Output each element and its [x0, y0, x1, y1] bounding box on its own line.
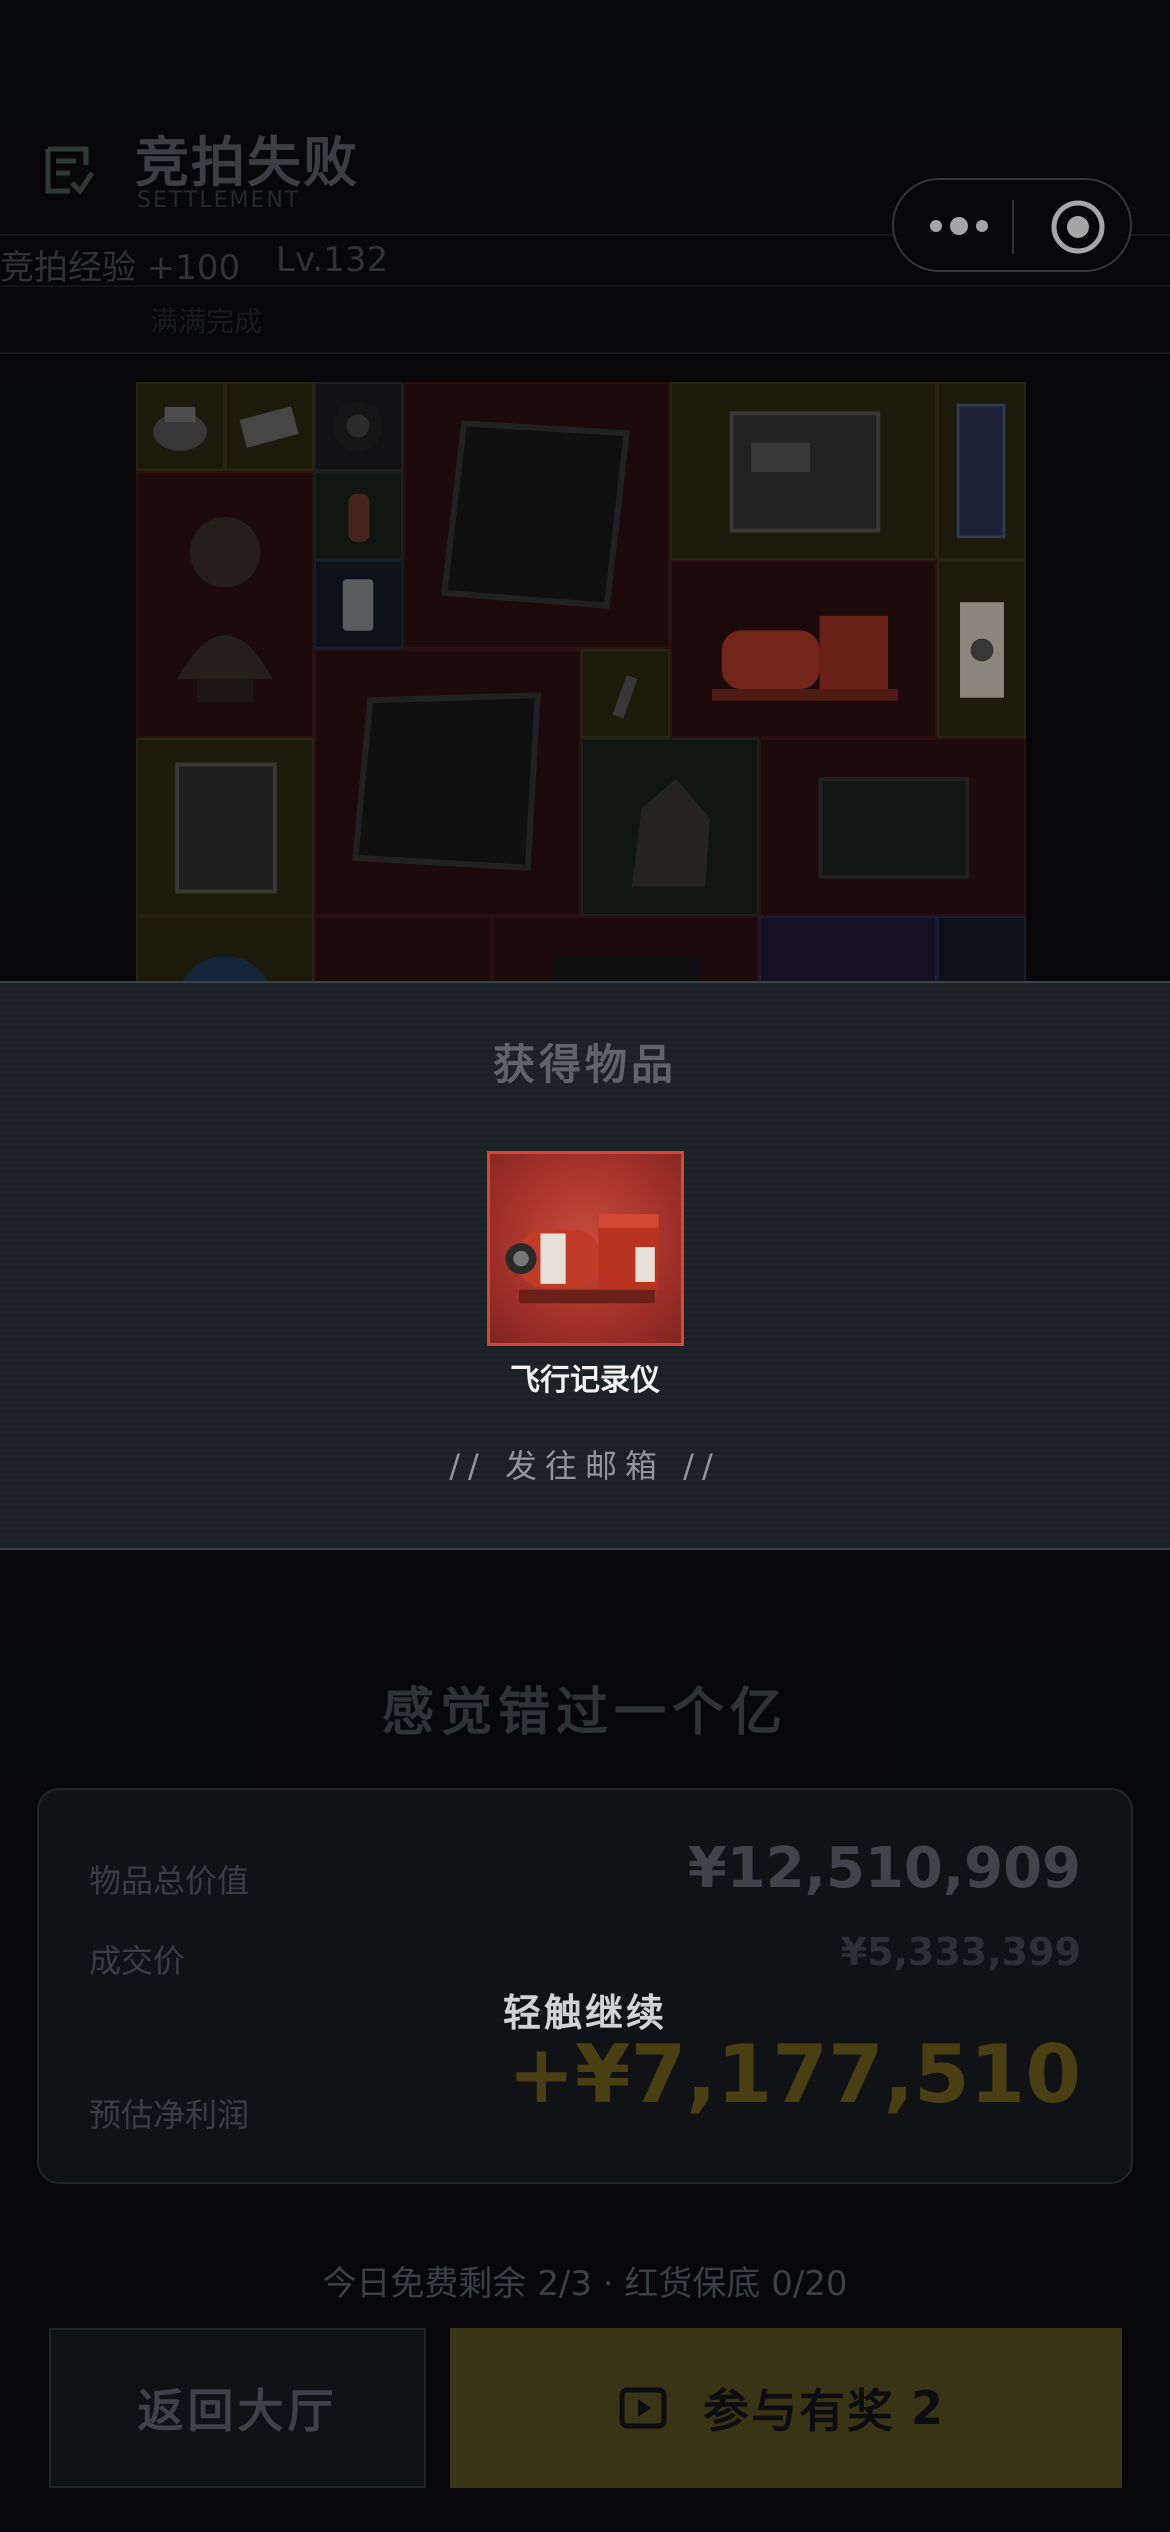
- page-title: 竞拍失败: [135, 131, 359, 194]
- close-target-icon[interactable]: [1049, 198, 1107, 256]
- result-headline: 感觉错过一个亿: [381, 1683, 788, 1743]
- grid-item-armor-plate-2[interactable]: [314, 649, 581, 916]
- grid-item-sphinx[interactable]: [581, 738, 759, 916]
- grid-item-storage-box[interactable]: [937, 916, 1026, 982]
- grid-item-armor-plate[interactable]: [403, 382, 670, 649]
- auction-exp: 竞拍经验 +100: [0, 248, 241, 288]
- grid-item-mp3-player[interactable]: [314, 560, 403, 649]
- net-profit-label: 预估净利润: [89, 2096, 250, 2134]
- tap-to-continue[interactable]: 轻触继续: [0, 1982, 1170, 2037]
- total-value-label: 物品总价值: [89, 1862, 250, 1900]
- back-to-lobby-button[interactable]: 返回大厅: [49, 2328, 426, 2488]
- grid-item-bust[interactable]: [136, 471, 314, 738]
- grid-item-wrench[interactable]: [581, 649, 670, 738]
- daily-quota: 今日免费剩余 2/3 · 红货保底 0/20: [322, 2264, 848, 2304]
- total-value: ¥12,510,909: [687, 1836, 1081, 1901]
- reward-item-name: 飞行记录仪: [510, 1363, 660, 1398]
- grid-item-briefcase[interactable]: [759, 738, 1026, 916]
- player-level: Lv.132: [276, 240, 389, 280]
- checklist-icon: [45, 146, 94, 195]
- reward-panel: 获得物品 飞行记录仪 // 发往邮箱 //: [0, 981, 1170, 1550]
- join-reward-button[interactable]: 参与有奖 2: [450, 2328, 1122, 2488]
- auction-item-grid: [136, 382, 1029, 982]
- grid-item-tape[interactable]: [314, 382, 403, 471]
- deal-price-label: 成交价: [89, 1942, 186, 1980]
- grid-item-field-radio[interactable]: [670, 382, 937, 560]
- play-icon: [619, 2387, 667, 2429]
- grid-item-circuit[interactable]: [225, 382, 314, 471]
- mini-program-capsule: [892, 178, 1132, 272]
- reward-item-flight-recorder[interactable]: [487, 1151, 684, 1346]
- divider: [0, 285, 1170, 287]
- grid-item-grenade[interactable]: [136, 382, 225, 471]
- deal-price: ¥5,333,399: [840, 1930, 1081, 1974]
- grid-item-cable-reel[interactable]: [136, 916, 314, 982]
- net-profit: +¥7,177,510: [507, 2028, 1081, 2121]
- reward-title: 获得物品: [492, 1040, 677, 1089]
- status-line: 满满完成: [150, 305, 263, 338]
- send-to-mailbox-link[interactable]: // 发往邮箱 //: [0, 1441, 1170, 1487]
- flight-recorder-icon: [505, 1214, 659, 1304]
- divider: [0, 352, 1170, 354]
- join-reward-label: 参与有奖: [702, 2384, 895, 2438]
- grid-item-ammo-box[interactable]: [492, 916, 759, 982]
- grid-item-flight-recorder[interactable]: [670, 560, 937, 738]
- grid-item-fire-extinguisher[interactable]: [314, 471, 403, 560]
- grid-item-helmet[interactable]: [759, 916, 937, 982]
- more-dots-icon[interactable]: [924, 204, 994, 248]
- page-subtitle: SETTLEMENT: [137, 188, 301, 213]
- grid-item-cart[interactable]: [314, 916, 492, 982]
- grid-item-clipboard[interactable]: [136, 738, 314, 916]
- capsule-divider: [1012, 200, 1014, 254]
- join-reward-count: 2: [910, 2381, 945, 2435]
- grid-item-tool-case[interactable]: [937, 382, 1026, 560]
- grid-item-coffee-bag[interactable]: [937, 560, 1026, 738]
